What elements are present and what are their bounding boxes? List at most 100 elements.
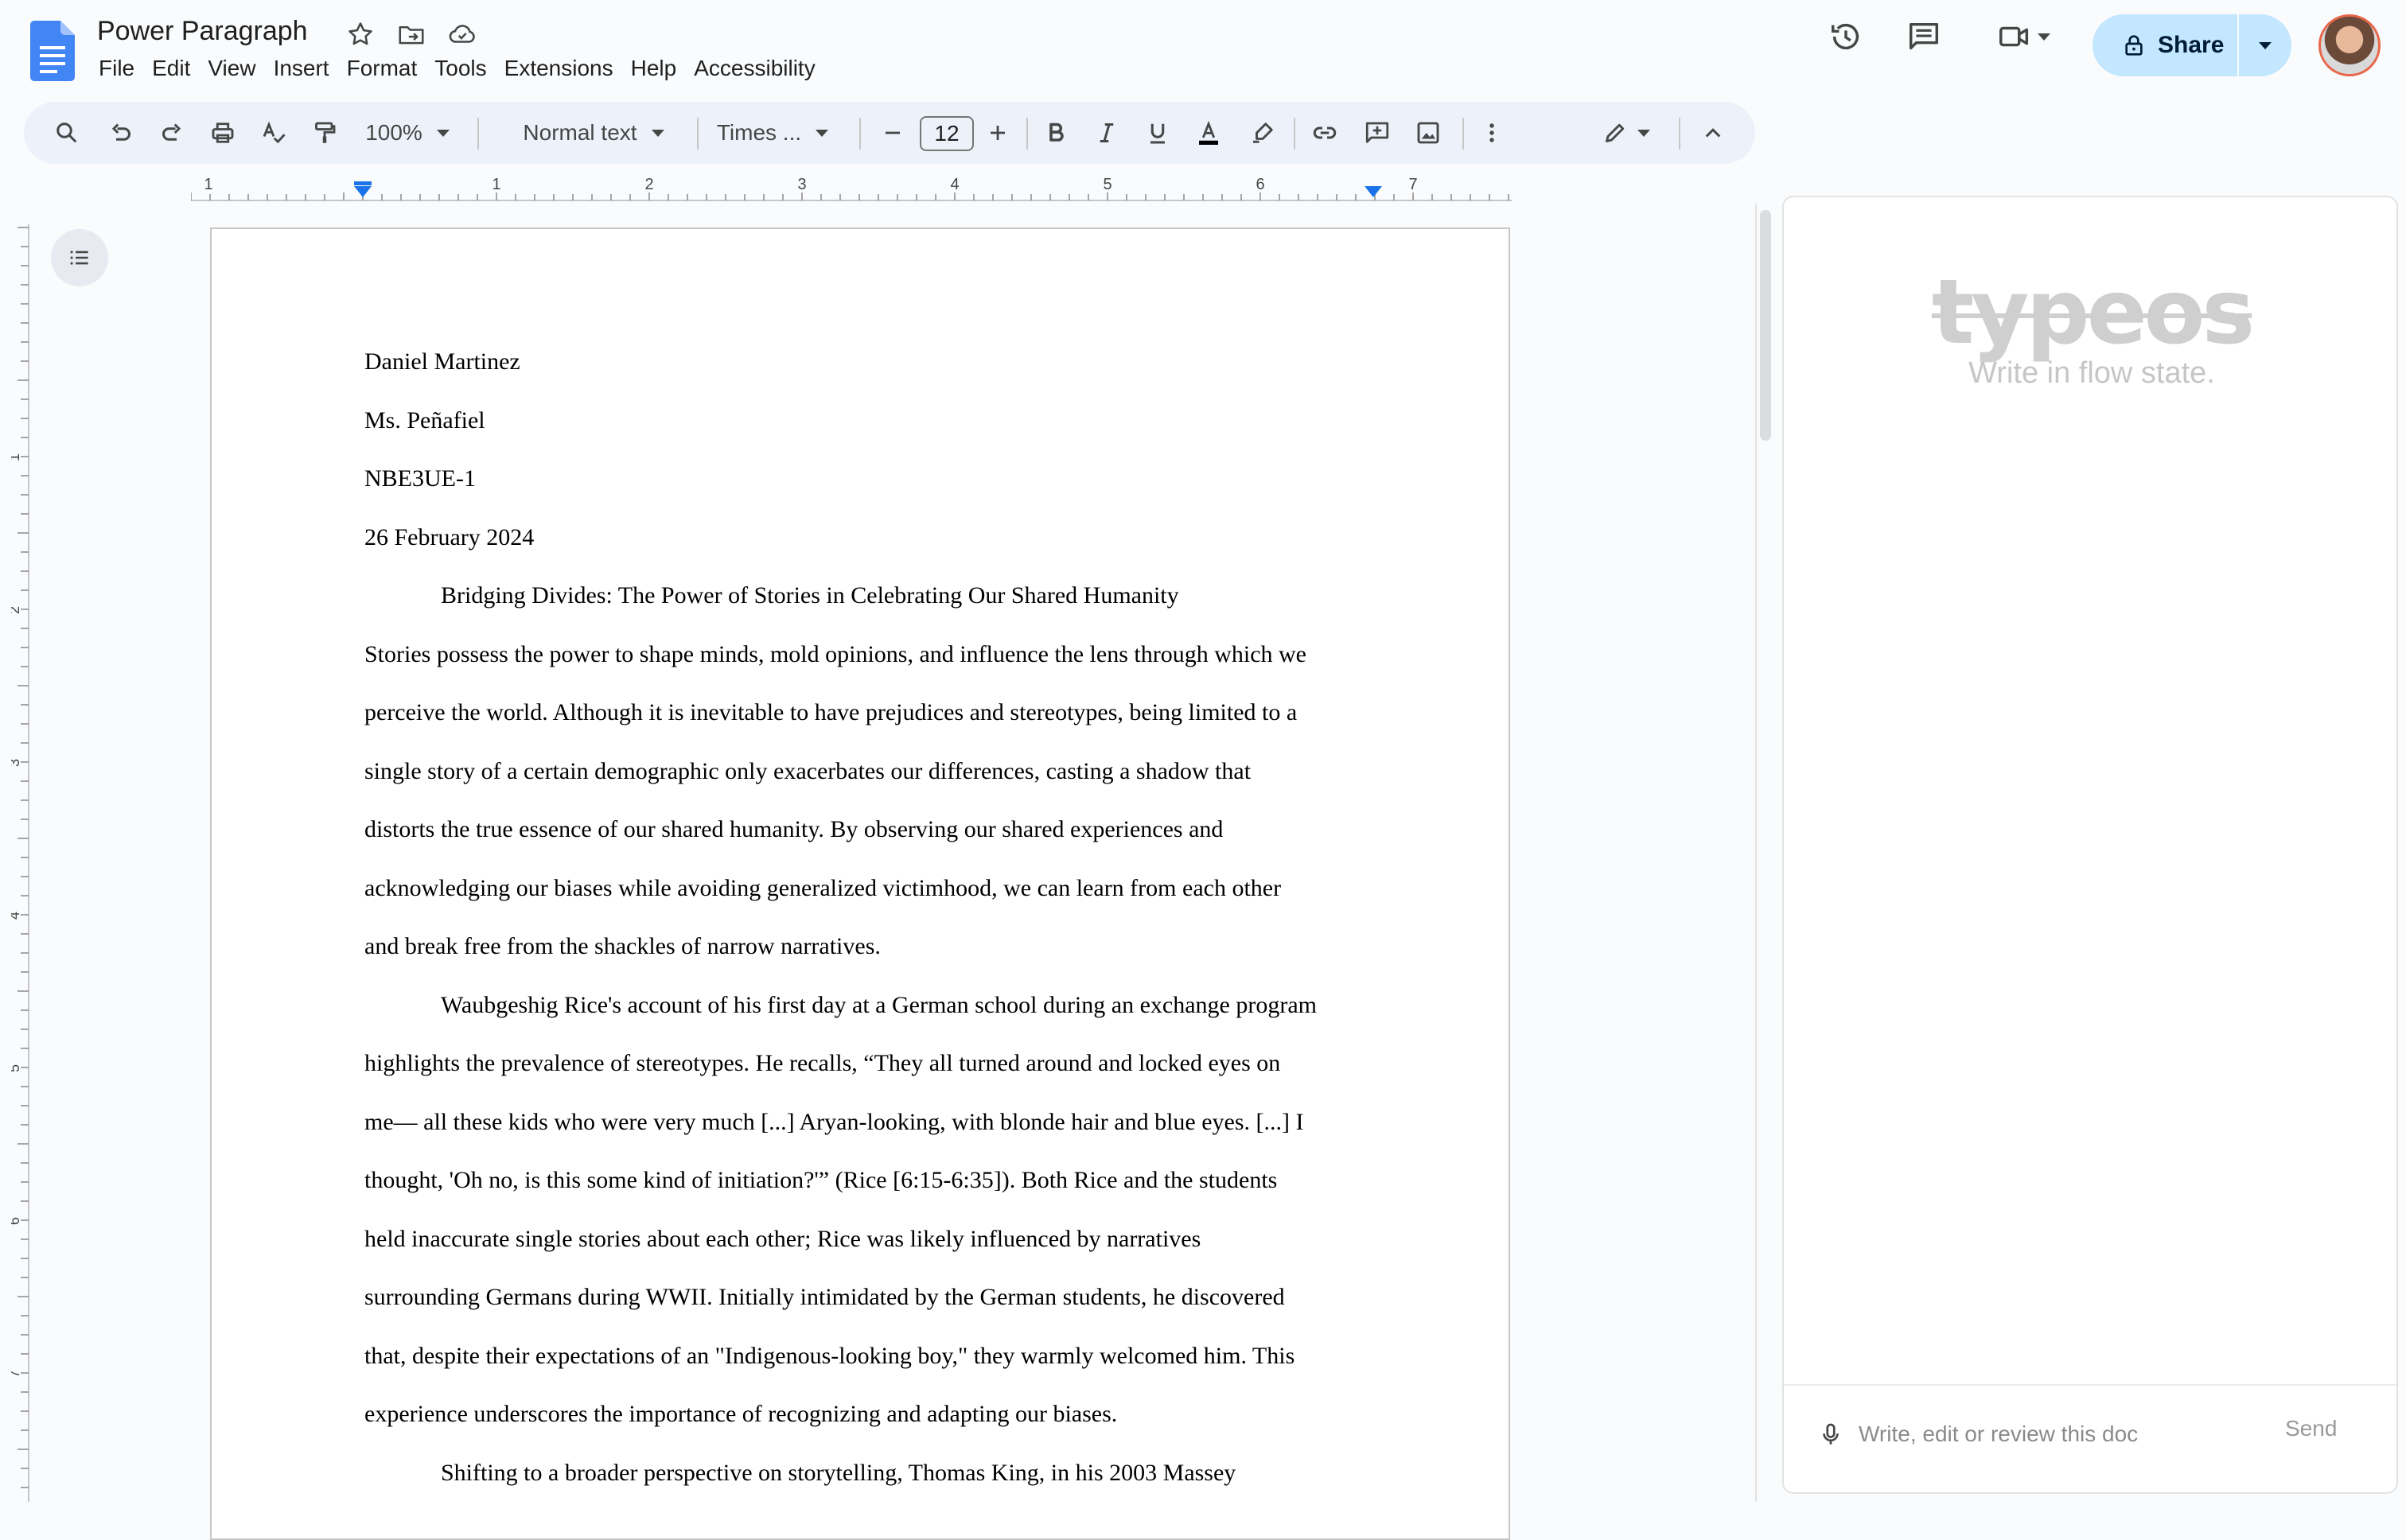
document-page[interactable]: Daniel Martinez Ms. Peñafiel NBE3UE-1 26 Fe… xyxy=(210,228,1510,1540)
menu-insert[interactable]: Insert xyxy=(265,56,338,81)
version-history-button[interactable] xyxy=(1824,14,1868,59)
menu-help[interactable]: Help xyxy=(622,56,686,81)
ruler-label: 3 xyxy=(797,177,806,193)
left-indent-marker[interactable] xyxy=(354,186,372,197)
meet-button[interactable] xyxy=(1987,14,2059,59)
menubar: File Edit View Insert Format Tools Exten… xyxy=(97,56,824,81)
italic-icon xyxy=(1100,123,1114,142)
print-icon xyxy=(212,122,234,143)
highlight-color-button[interactable] xyxy=(1238,102,1287,164)
insert-image-button[interactable] xyxy=(1404,102,1453,164)
chevron-down-icon xyxy=(436,129,450,137)
document-line: NBE3UE-1 xyxy=(364,465,476,492)
undo-button[interactable] xyxy=(97,102,145,164)
menu-edit[interactable]: Edit xyxy=(143,56,199,81)
undo-icon xyxy=(111,123,130,141)
underline-button[interactable] xyxy=(1133,102,1182,164)
font-size-input[interactable]: 12 xyxy=(920,116,974,151)
document-line: experience underscores the importance of… xyxy=(364,1401,1118,1427)
document-body[interactable]: Daniel Martinez Ms. Peñafiel NBE3UE-1 26 Fe… xyxy=(364,332,1383,1502)
avatar[interactable] xyxy=(2318,14,2381,76)
chevron-down-icon xyxy=(2259,41,2272,49)
hide-menus-button[interactable] xyxy=(1687,102,1739,164)
search-menus-button[interactable] xyxy=(43,102,91,164)
panel-prompt-input[interactable] xyxy=(1857,1418,2274,1451)
menu-view[interactable]: View xyxy=(199,56,264,81)
history-icon xyxy=(1831,23,1859,50)
italic-button[interactable] xyxy=(1082,102,1131,164)
horizontal-ruler[interactable]: 1 1 2 3 4 5 6 7 xyxy=(191,177,1512,202)
insert-link-button[interactable] xyxy=(1300,102,1349,164)
menu-extensions[interactable]: Extensions xyxy=(496,56,622,81)
document-line: perceive the world. Although it is inevi… xyxy=(364,699,1298,725)
share-options-button[interactable] xyxy=(2239,41,2291,49)
cloud-saved-icon[interactable] xyxy=(447,19,477,53)
bold-button[interactable] xyxy=(1031,102,1080,164)
menu-format[interactable]: Format xyxy=(338,56,426,81)
first-line-indent-marker[interactable] xyxy=(354,181,372,185)
document-scrollbar[interactable] xyxy=(1760,210,1771,441)
ruler-label: 6 xyxy=(11,1217,22,1225)
lock-icon xyxy=(2125,35,2143,56)
microphone-icon[interactable] xyxy=(1817,1421,1844,1448)
paragraph-style-select[interactable]: Normal text xyxy=(496,102,691,164)
editing-mode-button[interactable] xyxy=(1582,102,1669,164)
bold-icon xyxy=(1049,122,1064,142)
menu-tools[interactable]: Tools xyxy=(426,56,495,81)
redo-button[interactable] xyxy=(148,102,196,164)
document-line: Stories possess the power to shape minds… xyxy=(364,640,1306,667)
document-outline-button[interactable] xyxy=(51,229,108,286)
menu-accessibility[interactable]: Accessibility xyxy=(685,56,823,81)
toolbar: 100% Normal text Times ... 12 xyxy=(24,102,1755,164)
paint-format-button[interactable] xyxy=(301,102,348,164)
chevron-down-icon xyxy=(651,129,664,137)
more-options-button[interactable] xyxy=(1467,102,1516,164)
toolbar-divider xyxy=(1462,118,1464,150)
share-button-group: Share xyxy=(2093,14,2291,76)
image-icon xyxy=(1417,122,1439,144)
document-line: highlights the prevalence of stereotypes… xyxy=(364,1050,1281,1076)
text-color-button[interactable] xyxy=(1184,102,1233,164)
docs-logo-icon[interactable] xyxy=(30,21,75,81)
star-icon[interactable] xyxy=(345,19,376,53)
ruler-label: 5 xyxy=(11,1064,22,1072)
add-comment-icon xyxy=(1365,122,1389,143)
pencil-icon xyxy=(1606,123,1625,142)
increase-font-size-button[interactable] xyxy=(975,102,1020,164)
comments-button[interactable] xyxy=(1902,14,1946,59)
document-line: Shifting to a broader perspective on sto… xyxy=(441,1459,1236,1486)
spellcheck-button[interactable] xyxy=(250,102,298,164)
move-folder-icon[interactable] xyxy=(396,19,426,53)
add-comment-button[interactable] xyxy=(1353,102,1402,164)
minus-icon xyxy=(886,131,900,134)
ruler-label: 4 xyxy=(950,177,959,193)
typeos-logo: typeos xyxy=(1931,261,2255,364)
header: Power Paragraph File Edit View Insert Fo… xyxy=(0,0,2406,102)
ruler-label: 1 xyxy=(11,453,22,461)
print-button[interactable] xyxy=(199,102,247,164)
document-line: that, despite their expectations of an "… xyxy=(364,1342,1295,1369)
toolbar-divider xyxy=(1294,118,1295,150)
document-title[interactable]: Power Paragraph xyxy=(97,16,308,47)
font-select[interactable]: Times ... xyxy=(699,102,847,164)
menu-file[interactable]: File xyxy=(97,56,143,81)
chevron-up-icon xyxy=(1705,128,1721,138)
link-icon xyxy=(1313,126,1337,139)
document-line: distorts the true essence of our shared … xyxy=(364,816,1224,842)
zoom-value: 100% xyxy=(365,120,422,145)
document-line: surrounding Germans during WWII. Initial… xyxy=(364,1284,1285,1310)
toolbar-divider xyxy=(859,118,861,150)
toolbar-divider xyxy=(1026,118,1028,150)
ruler-label: 7 xyxy=(1408,177,1417,193)
share-button[interactable]: Share xyxy=(2093,14,2239,76)
share-label: Share xyxy=(2158,32,2225,58)
right-indent-marker[interactable] xyxy=(1365,186,1382,197)
document-line: Daniel Martinez xyxy=(364,348,520,375)
decrease-font-size-button[interactable] xyxy=(870,102,915,164)
document-line: and break free from the shackles of narr… xyxy=(364,933,881,959)
send-button[interactable]: Send xyxy=(2285,1416,2337,1441)
zoom-select[interactable]: 100% xyxy=(358,102,457,164)
ruler-label: 7 xyxy=(11,1370,22,1378)
vertical-ruler[interactable]: 1 2 3 4 5 6 7 xyxy=(11,224,30,1502)
document-line: thought, 'Oh no, is this some kind of in… xyxy=(364,1167,1278,1193)
